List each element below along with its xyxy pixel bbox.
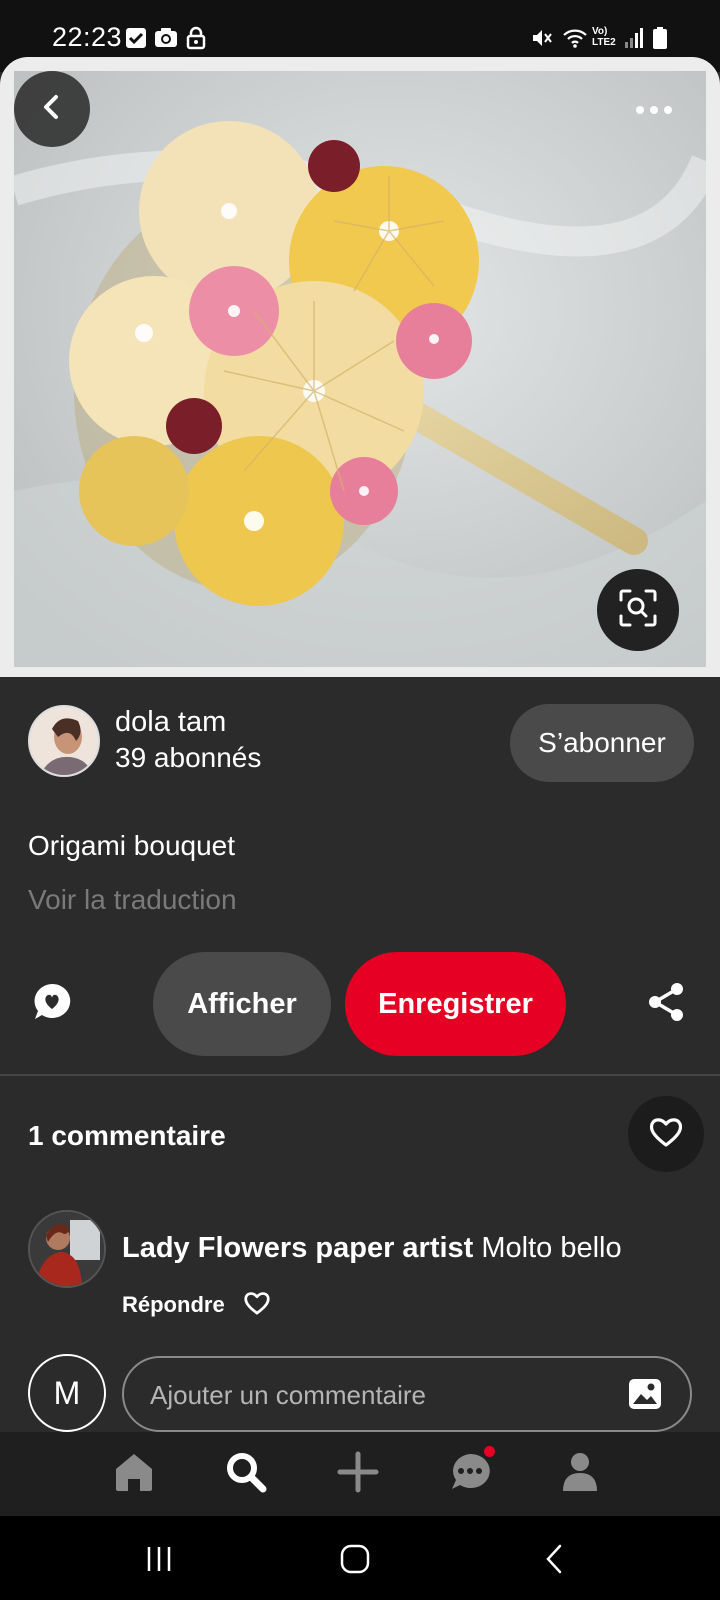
signal-icon xyxy=(624,26,644,50)
visual-search-button[interactable] xyxy=(597,569,679,651)
plus-icon xyxy=(337,1451,379,1498)
home-icon xyxy=(113,1451,155,1498)
comment-text: Molto bello xyxy=(473,1232,622,1264)
nav-profile[interactable] xyxy=(556,1450,604,1498)
volte-label: Vo) xyxy=(592,26,608,37)
back-system-icon[interactable] xyxy=(544,1544,564,1579)
system-navigation-bar xyxy=(0,1516,720,1600)
back-button[interactable] xyxy=(14,71,90,147)
bottom-navigation xyxy=(0,1432,720,1516)
wifi-icon xyxy=(562,26,588,50)
view-button[interactable]: Afficher xyxy=(153,952,331,1056)
notification-dot xyxy=(484,1446,495,1457)
comment-input-placeholder: Ajouter un commentaire xyxy=(150,1380,427,1410)
comment-body: Lady Flowers paper artist Molto bello xyxy=(122,1232,622,1265)
current-user-avatar[interactable]: M xyxy=(28,1354,106,1432)
status-time: 22:23 xyxy=(52,22,123,52)
share-button[interactable] xyxy=(644,982,688,1026)
pin-title: Origami bouquet xyxy=(28,830,236,861)
nav-search[interactable] xyxy=(222,1450,270,1498)
more-options-button[interactable] xyxy=(624,91,684,131)
follow-button[interactable]: S’abonner xyxy=(510,704,694,782)
comment-bubble-button[interactable] xyxy=(28,980,76,1028)
react-button[interactable] xyxy=(628,1096,704,1172)
save-button[interactable]: Enregistrer xyxy=(345,952,566,1056)
lens-search-icon xyxy=(618,588,658,633)
home-system-icon[interactable] xyxy=(340,1544,370,1579)
translate-link[interactable]: Voir la traduction xyxy=(28,884,237,916)
lte-label: LTE2 xyxy=(592,37,616,48)
battery-icon xyxy=(652,26,668,50)
creator-avatar[interactable] xyxy=(28,705,100,777)
reply-link[interactable]: Répondre xyxy=(122,1292,225,1318)
checkbox-notification-icon xyxy=(124,26,148,50)
nav-create[interactable] xyxy=(334,1450,382,1498)
lock-notification-icon xyxy=(184,26,208,50)
share-icon xyxy=(647,982,685,1027)
creator-followers: 39 abonnés xyxy=(115,742,262,773)
camera-notification-icon xyxy=(154,26,178,50)
comment-like-button[interactable] xyxy=(240,1290,274,1320)
volte-indicator: Vo) LTE2 xyxy=(592,26,616,48)
pin-image-frame xyxy=(0,57,720,677)
comment-heart-icon xyxy=(31,981,73,1028)
nav-home[interactable] xyxy=(110,1450,158,1498)
heart-outline-icon xyxy=(243,1290,271,1321)
comment-input[interactable]: Ajouter un commentaire xyxy=(122,1356,692,1432)
heart-outline-icon xyxy=(648,1116,684,1153)
search-icon xyxy=(224,1450,268,1499)
nav-messages[interactable] xyxy=(446,1446,495,1498)
pin-image[interactable] xyxy=(14,71,706,667)
comment-author[interactable]: Lady Flowers paper artist xyxy=(122,1232,473,1264)
image-attach-icon[interactable] xyxy=(628,1378,662,1415)
creator-name[interactable]: dola tam xyxy=(115,706,226,739)
ellipsis-icon xyxy=(635,102,673,120)
chevron-left-icon xyxy=(38,93,66,126)
mute-icon xyxy=(530,26,554,50)
recent-apps-icon[interactable] xyxy=(146,1546,172,1577)
comments-count-title: 1 commentaire xyxy=(28,1120,226,1151)
profile-icon xyxy=(560,1451,600,1498)
section-divider xyxy=(0,1074,720,1076)
chat-bubble-icon xyxy=(449,1451,491,1498)
commenter-avatar[interactable] xyxy=(28,1210,106,1288)
